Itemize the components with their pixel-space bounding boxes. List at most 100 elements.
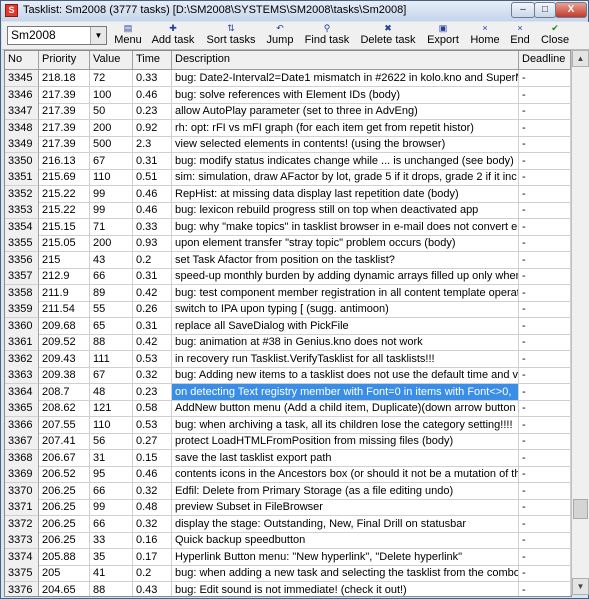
- cell-priority[interactable]: 206.25: [39, 515, 90, 533]
- cell-description[interactable]: bug: when adding a new task and selectin…: [172, 565, 519, 582]
- cell-description[interactable]: bug: why "make topics" in tasklist brows…: [172, 218, 519, 236]
- cell-priority[interactable]: 206.25: [39, 482, 90, 500]
- table-row[interactable]: 3358 211.9 89 0.42 bug: test component membe…: [5, 284, 571, 303]
- cell-description[interactable]: AddNew button menu (Add a child item, Du…: [172, 400, 519, 417]
- cell-priority[interactable]: 208.7: [39, 383, 90, 401]
- table-row[interactable]: 3360 209.68 65 0.31 replace all SaveDialog w…: [5, 317, 571, 336]
- cell-deadline[interactable]: -: [519, 416, 571, 434]
- cell-deadline[interactable]: -: [519, 367, 571, 384]
- cell-description[interactable]: bug: animation at #38 in Genius.kno does…: [172, 334, 519, 351]
- add-task-button[interactable]: ✚ Add task: [149, 23, 197, 48]
- cell-deadline[interactable]: -: [519, 565, 571, 582]
- cell-no[interactable]: 3376: [5, 581, 39, 596]
- home-button[interactable]: × Home: [467, 23, 503, 48]
- find-task-button[interactable]: ⚲ Find task: [302, 23, 352, 48]
- cell-value[interactable]: 50: [90, 103, 133, 120]
- table-row[interactable]: 3369 206.52 95 0.46 contents icons in the An…: [5, 466, 571, 484]
- column-header-description[interactable]: Description: [172, 51, 519, 69]
- cell-deadline[interactable]: -: [519, 449, 571, 467]
- cell-no[interactable]: 3351: [5, 169, 39, 186]
- cell-value[interactable]: 67: [90, 152, 133, 170]
- cell-priority[interactable]: 215: [39, 251, 90, 269]
- cell-deadline[interactable]: -: [519, 350, 571, 368]
- close-window-button[interactable]: X: [555, 2, 587, 18]
- cell-description[interactable]: bug: test component member registration …: [172, 284, 519, 302]
- cell-priority[interactable]: 207.41: [39, 433, 90, 450]
- cell-time[interactable]: 0.43: [133, 581, 172, 596]
- cell-deadline[interactable]: -: [519, 466, 571, 483]
- cell-no[interactable]: 3357: [5, 268, 39, 285]
- cell-time[interactable]: 0.32: [133, 515, 172, 533]
- cell-priority[interactable]: 216.13: [39, 152, 90, 170]
- chevron-down-icon[interactable]: ▼: [90, 27, 106, 44]
- table-row[interactable]: 3355 215.05 200 0.93 upon element transfer "…: [5, 235, 571, 253]
- cell-time[interactable]: 0.27: [133, 433, 172, 450]
- table-row[interactable]: 3375 205 41 0.2 bug: when adding a new task …: [5, 565, 571, 583]
- cell-value[interactable]: 56: [90, 433, 133, 450]
- cell-description[interactable]: allow AutoPlay parameter (set to three i…: [172, 103, 519, 120]
- table-row[interactable]: 3364 208.7 48 0.23 on detecting Text registr…: [5, 383, 571, 402]
- cell-time[interactable]: 0.53: [133, 416, 172, 434]
- cell-value[interactable]: 99: [90, 202, 133, 219]
- cell-description[interactable]: contents icons in the Ancestors box (or …: [172, 466, 519, 483]
- maximize-button[interactable]: □: [534, 2, 556, 18]
- table-row[interactable]: 3370 206.25 66 0.32 Edfil: Delete from Prima…: [5, 482, 571, 501]
- table-row[interactable]: 3357 212.9 66 0.31 speed-up monthly burden b…: [5, 268, 571, 286]
- cell-deadline[interactable]: -: [519, 218, 571, 236]
- cell-priority[interactable]: 209.43: [39, 350, 90, 368]
- cell-no[interactable]: 3370: [5, 482, 39, 500]
- cell-no[interactable]: 3360: [5, 317, 39, 335]
- cell-value[interactable]: 110: [90, 169, 133, 186]
- cell-priority[interactable]: 209.52: [39, 334, 90, 351]
- cell-deadline[interactable]: -: [519, 334, 571, 351]
- table-row[interactable]: 3347 217.39 50 0.23 allow AutoPlay parameter…: [5, 103, 571, 121]
- cell-time[interactable]: 0.53: [133, 350, 172, 368]
- cell-priority[interactable]: 215.05: [39, 235, 90, 252]
- cell-description[interactable]: set Task Afactor from position on the ta…: [172, 251, 519, 269]
- cell-no[interactable]: 3365: [5, 400, 39, 417]
- cell-time[interactable]: 0.23: [133, 383, 172, 401]
- cell-deadline[interactable]: -: [519, 251, 571, 269]
- collection-select[interactable]: Sm2008 ▼: [7, 26, 107, 45]
- cell-deadline[interactable]: -: [519, 301, 571, 318]
- table-row[interactable]: 3361 209.52 88 0.42 bug: animation at #38 in…: [5, 334, 571, 352]
- cell-priority[interactable]: 215.69: [39, 169, 90, 186]
- table-row[interactable]: 3345 218.18 72 0.33 bug: Date2-Interval2=Dat…: [5, 70, 571, 88]
- cell-description[interactable]: view selected elements in contents! (usi…: [172, 136, 519, 153]
- column-header-deadline[interactable]: Deadline: [519, 51, 571, 69]
- cell-priority[interactable]: 211.9: [39, 284, 90, 302]
- cell-value[interactable]: 55: [90, 301, 133, 318]
- table-row[interactable]: 3352 215.22 99 0.46 RepHist: at missing data…: [5, 185, 571, 204]
- minimize-button[interactable]: –: [511, 2, 535, 18]
- cell-deadline[interactable]: -: [519, 383, 571, 401]
- cell-priority[interactable]: 206.25: [39, 499, 90, 516]
- cell-time[interactable]: 0.26: [133, 301, 172, 318]
- cell-description[interactable]: Edfil: Delete from Primary Storage (as a…: [172, 482, 519, 500]
- cell-no[interactable]: 3366: [5, 416, 39, 434]
- cell-priority[interactable]: 206.25: [39, 532, 90, 549]
- cell-description[interactable]: sim: simulation, draw AFactor by lot, gr…: [172, 169, 519, 186]
- table-row[interactable]: 3348 217.39 200 0.92 rh: opt: rFI vs mFI gra…: [5, 119, 571, 138]
- cell-deadline[interactable]: -: [519, 317, 571, 335]
- table-row[interactable]: 3359 211.54 55 0.26 switch to IPA upon typin…: [5, 301, 571, 319]
- cell-value[interactable]: 99: [90, 185, 133, 203]
- cell-time[interactable]: 0.16: [133, 532, 172, 549]
- cell-deadline[interactable]: -: [519, 515, 571, 533]
- cell-description[interactable]: RepHist: at missing data display last re…: [172, 185, 519, 203]
- cell-time[interactable]: 0.46: [133, 185, 172, 203]
- cell-no[interactable]: 3352: [5, 185, 39, 203]
- cell-deadline[interactable]: -: [519, 532, 571, 549]
- cell-deadline[interactable]: -: [519, 400, 571, 417]
- cell-time[interactable]: 0.48: [133, 499, 172, 516]
- cell-priority[interactable]: 206.67: [39, 449, 90, 467]
- cell-deadline[interactable]: -: [519, 70, 571, 87]
- cell-description[interactable]: in recovery run Tasklist.VerifyTasklist …: [172, 350, 519, 368]
- table-row[interactable]: 3368 206.67 31 0.15 save the last tasklist e…: [5, 449, 571, 468]
- cell-priority[interactable]: 208.62: [39, 400, 90, 417]
- cell-deadline[interactable]: -: [519, 548, 571, 566]
- cell-time[interactable]: 0.31: [133, 152, 172, 170]
- cell-no[interactable]: 3363: [5, 367, 39, 384]
- cell-value[interactable]: 33: [90, 532, 133, 549]
- table-row[interactable]: 3350 216.13 67 0.31 bug: modify status indic…: [5, 152, 571, 171]
- cell-value[interactable]: 65: [90, 317, 133, 335]
